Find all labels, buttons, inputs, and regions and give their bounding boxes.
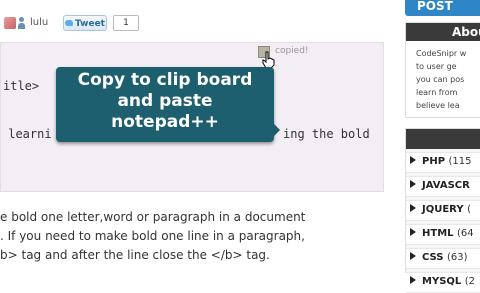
category-count: (63) <box>446 252 468 263</box>
category-item-jquery[interactable]: JQUERY ( <box>406 200 480 221</box>
copy-tooltip: Copy to clip board and paste notepad++ <box>56 67 274 142</box>
category-item-html[interactable]: HTML (64 <box>406 224 480 245</box>
arrow-right-icon <box>410 228 416 236</box>
about-line: learn from <box>416 88 458 97</box>
category-header <box>406 129 480 149</box>
tooltip-line: notepad++ <box>111 112 219 132</box>
post-button[interactable]: POST <box>405 0 480 16</box>
category-item-mysql[interactable]: MYSQL (2 <box>406 272 480 293</box>
code-line: itle> <box>3 79 40 93</box>
tweet-count: 1 <box>113 15 139 31</box>
share-icon[interactable] <box>4 17 16 29</box>
article-paragraph-line: e bold one letter,word or paragraph in a… <box>0 210 306 224</box>
about-line: CodeSnipr w <box>416 49 467 58</box>
twitter-bird-icon <box>65 20 73 26</box>
category-count: (2 <box>464 276 476 287</box>
tweet-label: Tweet <box>75 19 105 29</box>
category-label: MYSQL <box>422 276 462 287</box>
category-item-php[interactable]: PHP (115 <box>406 152 480 173</box>
arrow-right-icon <box>410 156 416 164</box>
category-label: HTML <box>422 228 454 239</box>
tooltip-line: Copy to clip board <box>77 70 253 90</box>
category-count: (64 <box>457 228 474 239</box>
category-label: JQUERY <box>422 204 464 215</box>
user-icon <box>18 17 25 29</box>
about-widget: Abou CodeSnipr w to user ge you can pos … <box>405 22 480 118</box>
copied-status: copied! <box>275 46 309 56</box>
category-count: (115 <box>448 156 472 167</box>
article-paragraph-line: b> tag and after the line close the </b>… <box>0 248 270 262</box>
arrow-right-icon <box>410 204 416 212</box>
category-count: ( <box>467 204 471 215</box>
tweet-button[interactable]: Tweet <box>63 15 107 31</box>
share-bar: lulu Tweet 1 <box>0 14 400 36</box>
category-widget: PHP (115 JAVASCR JQUERY ( HTML (64 CSS (… <box>405 128 480 293</box>
author-name[interactable]: lulu <box>30 17 48 28</box>
article-body: e bold one letter,word or paragraph in a… <box>0 208 384 265</box>
arrow-right-icon <box>410 180 416 188</box>
category-label: CSS <box>422 252 444 263</box>
about-title: Abou <box>406 23 480 41</box>
about-line: to user ge <box>416 62 457 71</box>
category-label: PHP <box>422 156 446 167</box>
code-line: learni <box>1 127 52 141</box>
code-line: ing the bold <box>283 127 370 141</box>
about-line: you can pos <box>416 75 465 84</box>
arrow-right-icon <box>410 252 416 260</box>
arrow-right-icon <box>410 276 416 284</box>
tooltip-line: and paste <box>117 91 213 111</box>
category-item-javascript[interactable]: JAVASCR <box>406 176 480 197</box>
article-paragraph-line: . If you need to make bold one line in a… <box>0 229 305 243</box>
about-text: CodeSnipr w to user ge you can pos learn… <box>406 47 480 112</box>
about-line: believe lea <box>416 101 460 110</box>
category-item-css[interactable]: CSS (63) <box>406 248 480 269</box>
category-label: JAVASCR <box>422 180 470 191</box>
